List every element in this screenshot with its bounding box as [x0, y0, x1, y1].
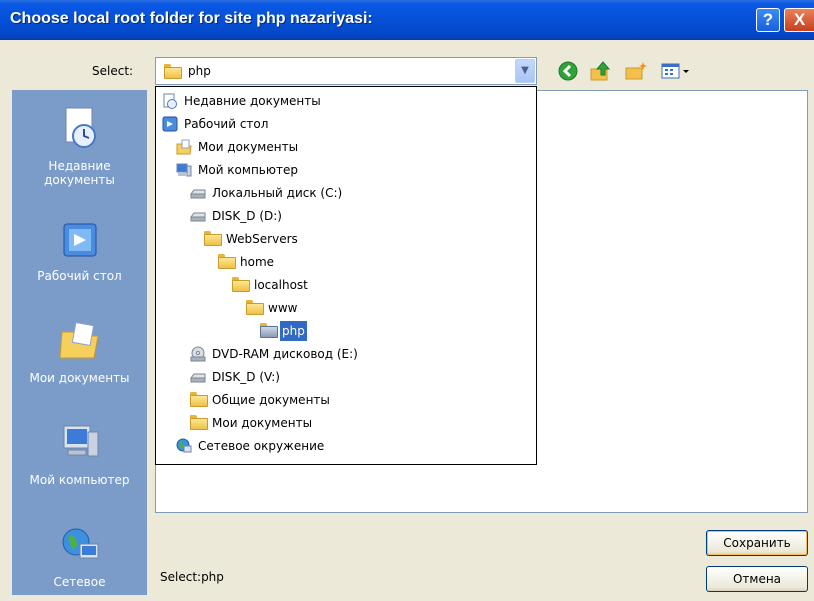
status-text: Select:php: [160, 570, 224, 584]
window-title: Choose local root folder for site php na…: [10, 10, 373, 27]
place-label: Недавние документы: [44, 159, 115, 187]
save-button[interactable]: Сохранить: [706, 530, 808, 556]
desktop-icon: [162, 116, 178, 132]
place-label: Мои документы: [29, 371, 130, 385]
place-my-documents[interactable]: Мои документы: [12, 318, 147, 385]
my-documents-icon: [176, 139, 192, 155]
place-label: Сетевое: [53, 575, 106, 589]
folder-icon: [190, 415, 208, 431]
my-computer-icon: [12, 420, 147, 467]
title-bar: Choose local root folder for site php na…: [0, 0, 814, 40]
back-icon[interactable]: [557, 60, 579, 85]
folder-icon: [164, 64, 182, 79]
place-label: Рабочий стол: [37, 269, 122, 283]
recent-documents-icon: [12, 106, 147, 153]
place-recent-documents[interactable]: Недавние документы: [12, 106, 147, 187]
select-value: php: [188, 64, 211, 78]
recent-documents-icon: [162, 93, 178, 109]
places-bar: Недавние документы Рабочий стол Мои доку…: [12, 90, 147, 595]
up-folder-icon[interactable]: [589, 60, 613, 85]
place-my-computer[interactable]: Мой компьютер: [12, 420, 147, 487]
folder-icon: [218, 254, 236, 270]
hard-drive-icon: [190, 369, 206, 385]
desktop-icon: [12, 220, 147, 263]
look-in-dropdown[interactable]: Недавние документы Рабочий стол Мои доку…: [155, 86, 537, 465]
select-label: Select:: [92, 64, 134, 78]
place-desktop[interactable]: Рабочий стол: [12, 220, 147, 283]
new-folder-icon[interactable]: [624, 60, 648, 85]
select-combobox[interactable]: php ▼: [155, 57, 537, 85]
view-menu-icon[interactable]: [660, 60, 694, 85]
cancel-button[interactable]: Отмена: [706, 566, 808, 592]
place-label: Мой компьютер: [29, 473, 130, 487]
help-button[interactable]: ?: [756, 8, 780, 32]
my-documents-icon: [12, 318, 147, 365]
open-folder-icon: [260, 323, 278, 339]
folder-icon: [190, 392, 208, 408]
chevron-down-icon[interactable]: ▼: [515, 59, 535, 83]
network-icon: [176, 438, 192, 454]
network-icon: [12, 526, 147, 569]
folder-icon: [232, 277, 250, 293]
close-button[interactable]: X: [784, 8, 814, 32]
dvd-drive-icon: [190, 346, 206, 362]
hard-drive-icon: [190, 185, 206, 201]
folder-icon: [204, 231, 222, 247]
hard-drive-icon: [190, 208, 206, 224]
place-network[interactable]: Сетевое: [12, 526, 147, 589]
folder-icon: [246, 300, 264, 316]
computer-icon: [176, 162, 192, 178]
